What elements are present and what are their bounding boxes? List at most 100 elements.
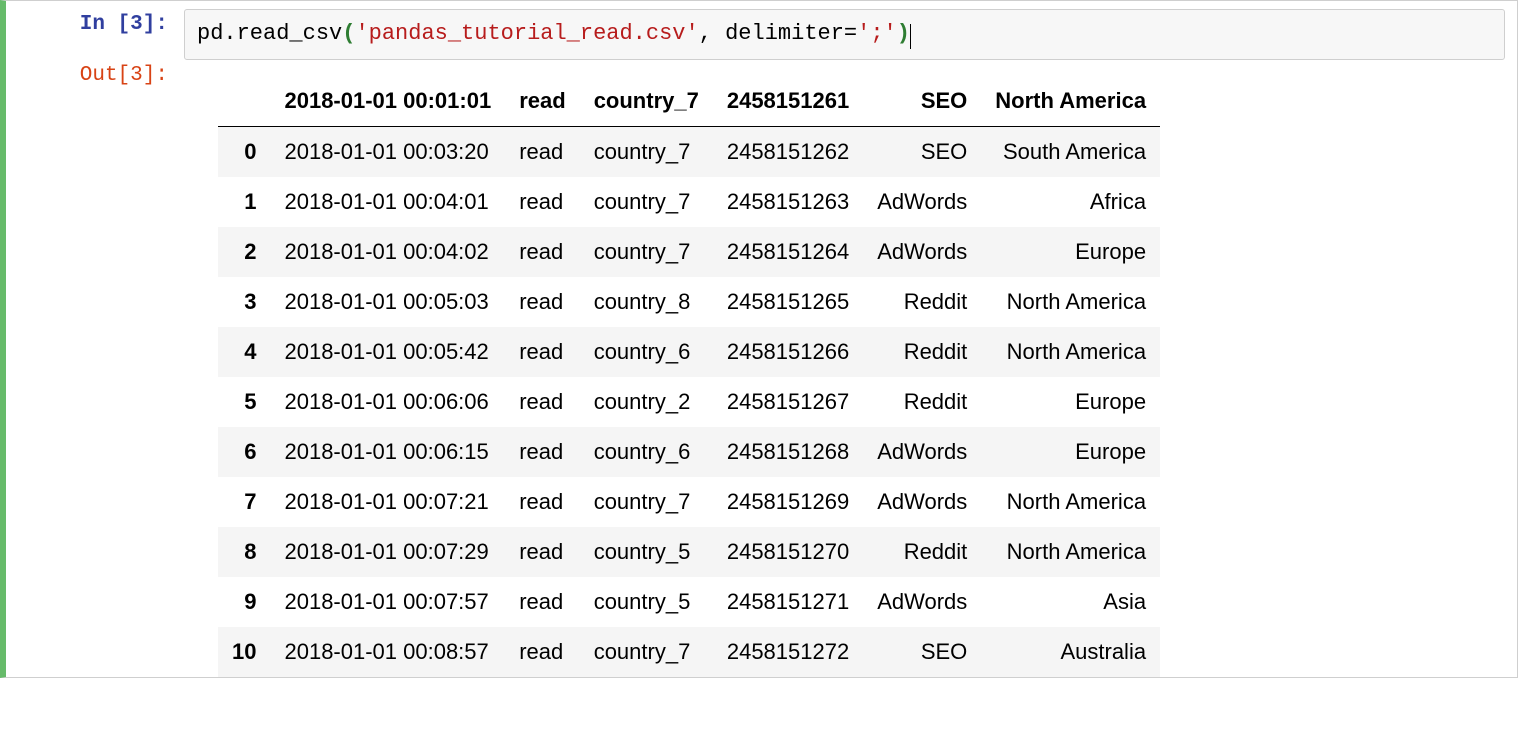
row-index: 3 bbox=[218, 277, 270, 327]
table-cell: North America bbox=[981, 477, 1160, 527]
table-cell: North America bbox=[981, 327, 1160, 377]
row-index: 9 bbox=[218, 577, 270, 627]
table-cell: Africa bbox=[981, 177, 1160, 227]
table-cell: country_6 bbox=[580, 427, 713, 477]
table-cell: 2018-01-01 00:07:21 bbox=[270, 477, 505, 527]
col-header: read bbox=[505, 76, 579, 127]
col-header: 2018-01-01 00:01:01 bbox=[270, 76, 505, 127]
table-cell: AdWords bbox=[863, 227, 981, 277]
table-cell: country_7 bbox=[580, 477, 713, 527]
code-token-string-delim: ';' bbox=[857, 21, 897, 46]
table-cell: read bbox=[505, 177, 579, 227]
code-token-delim-kw: , delimiter= bbox=[699, 21, 857, 46]
table-cell: 2018-01-01 00:03:20 bbox=[270, 126, 505, 177]
table-cell: 2458151264 bbox=[713, 227, 863, 277]
table-cell: read bbox=[505, 227, 579, 277]
table-cell: South America bbox=[981, 126, 1160, 177]
input-prompt: In [3]: bbox=[6, 12, 168, 37]
table-row: 102018-01-01 00:08:57readcountry_7245815… bbox=[218, 627, 1160, 677]
output-area: 2018-01-01 00:01:01 read country_7 24581… bbox=[184, 60, 1505, 677]
table-cell: 2458151267 bbox=[713, 377, 863, 427]
dataframe-table: 2018-01-01 00:01:01 read country_7 24581… bbox=[218, 76, 1160, 677]
code-input[interactable]: pd.read_csv('pandas_tutorial_read.csv', … bbox=[184, 9, 1505, 60]
table-cell: AdWords bbox=[863, 427, 981, 477]
table-row: 52018-01-01 00:06:06readcountry_22458151… bbox=[218, 377, 1160, 427]
col-header: North America bbox=[981, 76, 1160, 127]
table-cell: 2018-01-01 00:06:15 bbox=[270, 427, 505, 477]
table-cell: country_5 bbox=[580, 577, 713, 627]
row-index: 7 bbox=[218, 477, 270, 527]
table-cell: read bbox=[505, 377, 579, 427]
row-index: 0 bbox=[218, 126, 270, 177]
dataframe-head: 2018-01-01 00:01:01 read country_7 24581… bbox=[218, 76, 1160, 127]
table-cell: country_7 bbox=[580, 126, 713, 177]
table-cell: 2458151269 bbox=[713, 477, 863, 527]
table-row: 92018-01-01 00:07:57readcountry_52458151… bbox=[218, 577, 1160, 627]
row-index: 8 bbox=[218, 527, 270, 577]
table-cell: country_7 bbox=[580, 177, 713, 227]
table-row: 72018-01-01 00:07:21readcountry_72458151… bbox=[218, 477, 1160, 527]
table-cell: AdWords bbox=[863, 477, 981, 527]
table-cell: North America bbox=[981, 277, 1160, 327]
table-cell: Reddit bbox=[863, 527, 981, 577]
code-token-dot: . bbox=[223, 21, 236, 46]
table-cell: 2018-01-01 00:04:02 bbox=[270, 227, 505, 277]
table-cell: country_7 bbox=[580, 627, 713, 677]
row-index: 6 bbox=[218, 427, 270, 477]
table-cell: SEO bbox=[863, 627, 981, 677]
table-cell: read bbox=[505, 427, 579, 477]
table-cell: country_2 bbox=[580, 377, 713, 427]
index-header bbox=[218, 76, 270, 127]
table-cell: 2458151263 bbox=[713, 177, 863, 227]
table-cell: AdWords bbox=[863, 577, 981, 627]
table-cell: country_7 bbox=[580, 227, 713, 277]
table-cell: 2018-01-01 00:04:01 bbox=[270, 177, 505, 227]
table-cell: read bbox=[505, 277, 579, 327]
row-index: 10 bbox=[218, 627, 270, 677]
table-cell: 2018-01-01 00:06:06 bbox=[270, 377, 505, 427]
out-number: 3 bbox=[130, 64, 143, 87]
table-cell: North America bbox=[981, 527, 1160, 577]
table-cell: SEO bbox=[863, 126, 981, 177]
row-index: 4 bbox=[218, 327, 270, 377]
row-index: 2 bbox=[218, 227, 270, 277]
code-token-pd: pd bbox=[197, 21, 223, 46]
dataframe-body: 02018-01-01 00:03:20readcountry_72458151… bbox=[218, 126, 1160, 677]
table-row: 32018-01-01 00:05:03readcountry_82458151… bbox=[218, 277, 1160, 327]
table-cell: Europe bbox=[981, 427, 1160, 477]
table-cell: Australia bbox=[981, 627, 1160, 677]
table-cell: 2018-01-01 00:05:42 bbox=[270, 327, 505, 377]
table-cell: Europe bbox=[981, 377, 1160, 427]
table-cell: Asia bbox=[981, 577, 1160, 627]
in-number: 3 bbox=[130, 13, 143, 36]
cursor-icon bbox=[910, 24, 911, 49]
table-row: 22018-01-01 00:04:02readcountry_72458151… bbox=[218, 227, 1160, 277]
table-row: 42018-01-01 00:05:42readcountry_62458151… bbox=[218, 327, 1160, 377]
notebook-cell: In [3]: Out[3]: pd.read_csv('pandas_tuto… bbox=[0, 0, 1518, 678]
dataframe-header-row: 2018-01-01 00:01:01 read country_7 24581… bbox=[218, 76, 1160, 127]
table-cell: Europe bbox=[981, 227, 1160, 277]
table-cell: read bbox=[505, 126, 579, 177]
row-index: 5 bbox=[218, 377, 270, 427]
table-cell: read bbox=[505, 527, 579, 577]
table-cell: 2458151262 bbox=[713, 126, 863, 177]
prompt-column: In [3]: Out[3]: bbox=[6, 1, 176, 677]
table-cell: 2018-01-01 00:07:57 bbox=[270, 577, 505, 627]
col-header: 2458151261 bbox=[713, 76, 863, 127]
table-cell: read bbox=[505, 327, 579, 377]
table-cell: 2458151265 bbox=[713, 277, 863, 327]
code-token-func: read_csv bbox=[237, 21, 343, 46]
table-cell: country_6 bbox=[580, 327, 713, 377]
table-cell: 2018-01-01 00:05:03 bbox=[270, 277, 505, 327]
table-cell: 2458151266 bbox=[713, 327, 863, 377]
table-cell: Reddit bbox=[863, 327, 981, 377]
code-token-string-file: 'pandas_tutorial_read.csv' bbox=[355, 21, 698, 46]
code-token-close-paren: ) bbox=[897, 21, 910, 46]
in-suffix: ]: bbox=[143, 13, 168, 36]
table-cell: Reddit bbox=[863, 377, 981, 427]
table-cell: AdWords bbox=[863, 177, 981, 227]
table-cell: 2458151272 bbox=[713, 627, 863, 677]
row-index: 1 bbox=[218, 177, 270, 227]
table-cell: 2018-01-01 00:08:57 bbox=[270, 627, 505, 677]
table-cell: 2458151271 bbox=[713, 577, 863, 627]
